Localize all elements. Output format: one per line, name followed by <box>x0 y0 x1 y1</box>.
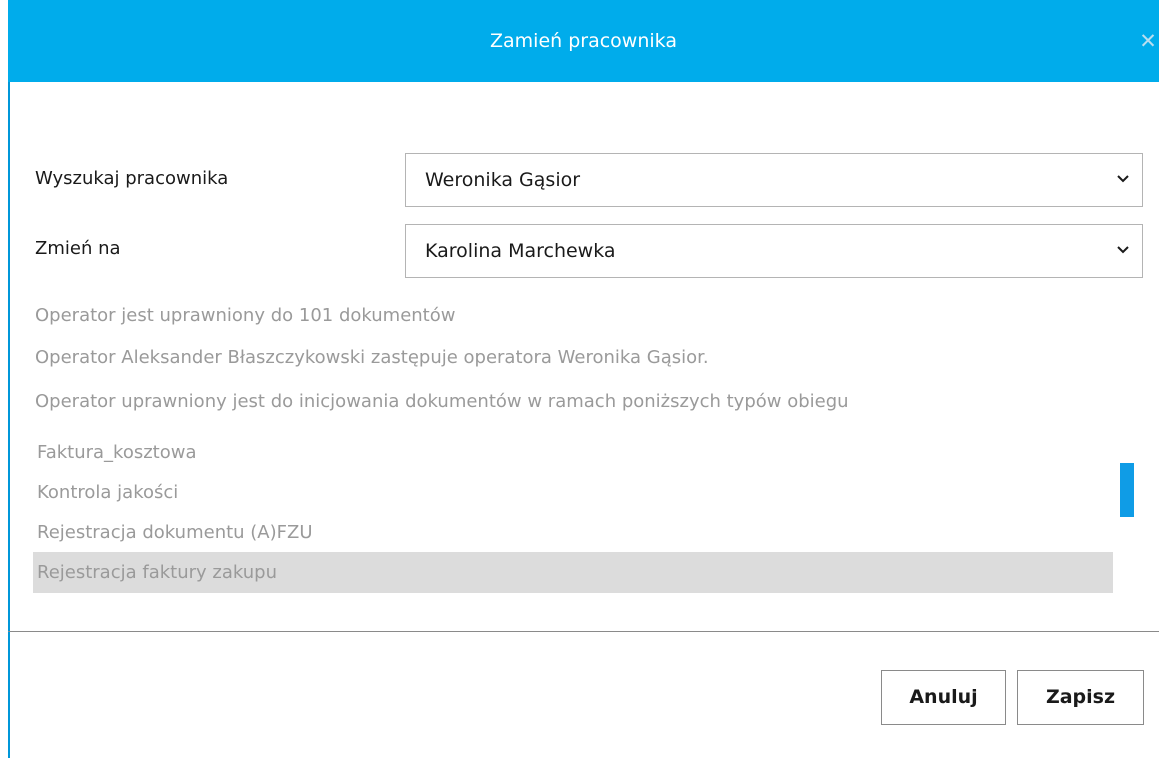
chevron-down-icon <box>1117 246 1129 254</box>
close-icon[interactable]: ✕ <box>1137 30 1159 52</box>
workflow-permission-info: Operator uprawniony jest do inicjowania … <box>35 391 849 412</box>
document-count-info: Operator jest uprawniony do 101 dokument… <box>35 305 456 326</box>
footer-divider <box>8 631 1159 632</box>
workflow-list-item[interactable]: Rejestracja dokumentu (A)FZU <box>33 512 1113 553</box>
workflow-list-item[interactable]: Faktura_kosztowa <box>33 432 1113 473</box>
workflow-list-item-selected[interactable]: Rejestracja faktury zakupu <box>33 552 1113 593</box>
title-bar: Zamień pracownika ✕ <box>8 0 1159 82</box>
workflow-list-item[interactable]: Kontrola jakości <box>33 472 1113 513</box>
save-button[interactable]: Zapisz <box>1017 670 1144 725</box>
dialog-title: Zamień pracownika <box>490 30 677 52</box>
search-employee-value: Weronika Gąsior <box>425 169 581 191</box>
window-border <box>8 82 10 758</box>
substitution-info: Operator Aleksander Błaszczykowski zastę… <box>35 347 709 368</box>
replace-employee-dialog: Zamień pracownika ✕ Wyszukaj pracownika … <box>0 0 1159 758</box>
scrollbar-thumb[interactable] <box>1120 463 1134 517</box>
change-to-select[interactable]: Karolina Marchewka <box>405 224 1143 278</box>
search-employee-select[interactable]: Weronika Gąsior <box>405 153 1143 207</box>
search-employee-label: Wyszukaj pracownika <box>35 168 229 189</box>
chevron-down-icon <box>1117 175 1129 183</box>
cancel-button[interactable]: Anuluj <box>881 670 1006 725</box>
change-to-label: Zmień na <box>35 238 121 259</box>
change-to-value: Karolina Marchewka <box>425 240 616 262</box>
